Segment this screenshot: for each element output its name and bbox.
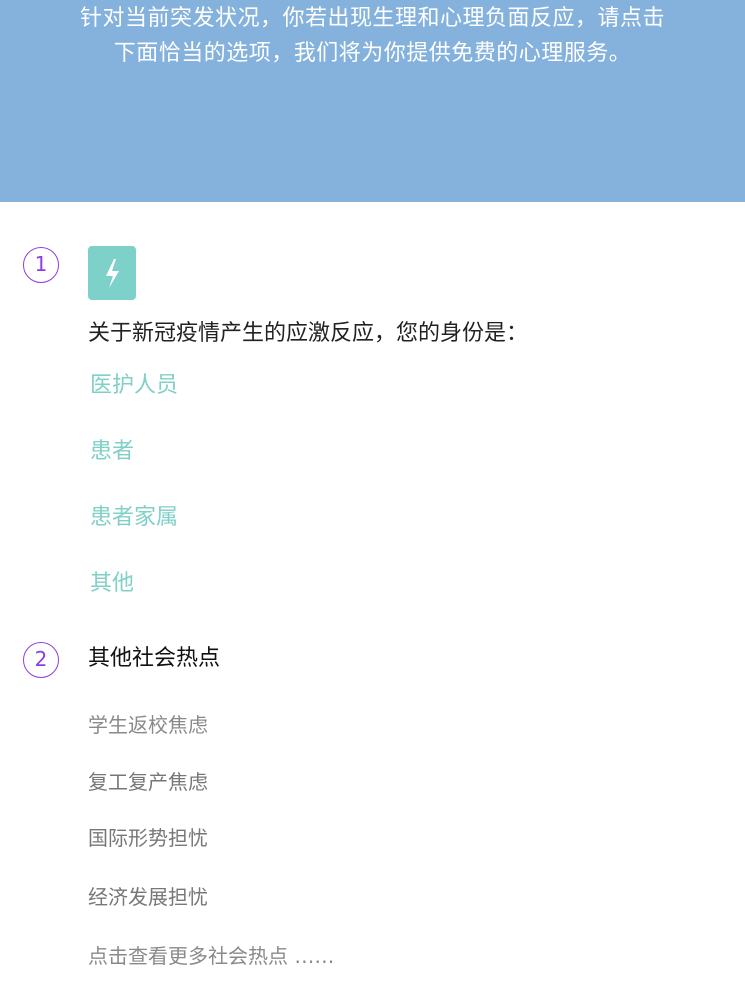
banner-intro-line-1: 针对当前突发状况，你若出现生理和心理负面反应，请点击	[79, 6, 665, 31]
hotspot-item-school-return[interactable]: 学生返校焦虑	[88, 711, 208, 739]
step-number-1: 1	[23, 247, 59, 283]
banner-intro-line-2: 下面恰当的选项，我们将为你提供免费的心理服务。	[113, 41, 632, 66]
social-hotspots-title: 其他社会热点	[88, 646, 221, 671]
option-other[interactable]: 其他	[90, 569, 134, 599]
hotspot-item-work-resumption[interactable]: 复工复产焦虑	[88, 768, 208, 796]
header-banner: 针对当前突发状况，你若出现生理和心理负面反应，请点击 下面恰当的选项，我们将为你…	[0, 0, 745, 202]
option-patient[interactable]: 患者	[90, 437, 134, 467]
lightning-bolt-icon	[88, 246, 136, 300]
lightning-bolt-glyph	[106, 259, 119, 288]
option-medical-staff[interactable]: 医护人员	[90, 371, 178, 401]
option-patient-family[interactable]: 患者家属	[90, 503, 178, 533]
identity-question: 关于新冠疫情产生的应激反应，您的身份是：	[88, 321, 529, 346]
hotspot-item-economy[interactable]: 经济发展担忧	[88, 883, 208, 911]
step-number-2: 2	[23, 642, 59, 678]
hotspot-item-international-situation[interactable]: 国际形势担忧	[88, 824, 208, 852]
more-hotspots-link[interactable]: 点击查看更多社会热点 ……	[88, 942, 334, 970]
